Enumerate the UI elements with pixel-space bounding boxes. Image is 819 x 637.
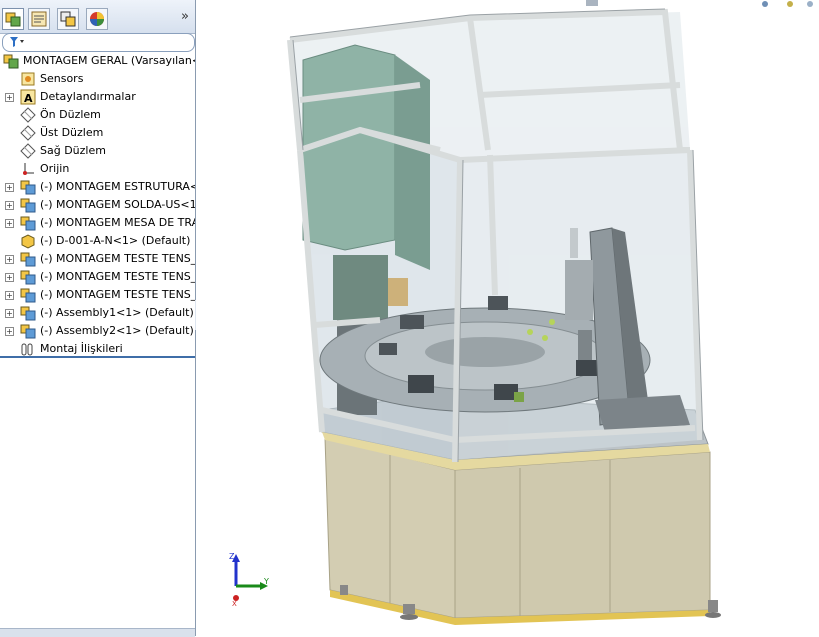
- tree-item[interactable]: (-) D-001-A-N<1> (Default): [0, 232, 195, 250]
- tree-item-label: Ön Düzlem: [40, 108, 101, 121]
- filter-icon[interactable]: [9, 36, 25, 48]
- display-manager-tab[interactable]: [86, 8, 108, 30]
- tree-item[interactable]: + A Detaylandırmalar: [0, 88, 195, 106]
- plane-icon: [20, 143, 36, 159]
- subassembly-icon: [20, 179, 36, 195]
- tree-item[interactable]: MONTAGEM GERAL (Varsayılan<Gö: [0, 52, 195, 70]
- tree-item[interactable]: + (-) MONTAGEM TESTE TENS_S_: [0, 250, 195, 268]
- filter-input[interactable]: [2, 33, 195, 52]
- plane-icon: [20, 107, 36, 123]
- tree-item-label: (-) MONTAGEM TESTE TENS_S_: [40, 288, 195, 301]
- tree-item[interactable]: + (-) MONTAGEM TESTE TENS_S_: [0, 286, 195, 304]
- expand-icon[interactable]: +: [5, 201, 14, 210]
- expand-icon[interactable]: +: [5, 309, 14, 318]
- assembly-icon: [3, 53, 19, 69]
- feature-manager-tab[interactable]: [2, 8, 24, 30]
- panel-tab-bar: »: [0, 0, 195, 34]
- configuration-manager-tab[interactable]: [57, 8, 79, 30]
- feature-tree-icon: [5, 12, 21, 27]
- tree-item-label: Üst Düzlem: [40, 126, 104, 139]
- subassembly-icon: [20, 323, 36, 339]
- reference-triad: Z Y X: [229, 552, 269, 608]
- subassembly-icon: [20, 305, 36, 321]
- tree-item[interactable]: Orijin: [0, 160, 195, 178]
- appearance-icon: [90, 12, 104, 26]
- tree-item-label: (-) Assembly2<1> (Default): [40, 324, 194, 337]
- tree-item-label: (-) MONTAGEM TESTE TENS_S_: [40, 252, 195, 265]
- expand-icon[interactable]: +: [5, 219, 14, 228]
- tree-item-label: Sensors: [40, 72, 84, 85]
- tree-item-label: (-) MONTAGEM TESTE TENS_S_: [40, 270, 195, 283]
- annotations-icon: A: [20, 89, 36, 105]
- tree-item[interactable]: Ön Düzlem: [0, 106, 195, 124]
- tree-item-label: (-) Assembly1<1> (Default): [40, 306, 194, 319]
- tree-item[interactable]: Sağ Düzlem: [0, 142, 195, 160]
- tree-item-label: (-) D-001-A-N<1> (Default): [40, 234, 191, 247]
- tree-item[interactable]: Üst Düzlem: [0, 124, 195, 142]
- tree-item[interactable]: + (-) MONTAGEM MESA DE TRABA: [0, 214, 195, 232]
- expand-icon[interactable]: +: [5, 327, 14, 336]
- heads-up-toolbar[interactable]: [586, 0, 819, 8]
- subassembly-icon: [20, 197, 36, 213]
- tree-item-label: Orijin: [40, 162, 70, 175]
- graphics-area[interactable]: Z Y X: [196, 0, 819, 636]
- subassembly-icon: [20, 215, 36, 231]
- property-icon: [31, 11, 47, 27]
- feature-manager-panel: » MONTAGEM GERAL (Varsayılan<Gö Sensors + A…: [0, 0, 196, 637]
- configuration-icon: [60, 11, 76, 27]
- tree-item-label: MONTAGEM GERAL (Varsayılan<Gö: [23, 54, 195, 67]
- tree-item-label: Sağ Düzlem: [40, 144, 106, 157]
- property-manager-tab[interactable]: [28, 8, 50, 30]
- expand-icon[interactable]: +: [5, 93, 14, 102]
- sensors-icon: [20, 71, 36, 87]
- subassembly-icon: [20, 251, 36, 267]
- subassembly-icon: [20, 269, 36, 285]
- origin-icon: [20, 161, 36, 177]
- mates-icon: [20, 341, 36, 357]
- tree-item-label: (-) MONTAGEM MESA DE TRABA: [40, 216, 195, 229]
- tree-item-label: (-) MONTAGEM ESTRUTURA<1>: [40, 180, 195, 193]
- tree-item[interactable]: + (-) MONTAGEM SOLDA-US<1>: [0, 196, 195, 214]
- part-icon: [20, 233, 36, 249]
- base-cabinet: [324, 437, 721, 625]
- tree-item[interactable]: + (-) MONTAGEM TESTE TENS_S_: [0, 268, 195, 286]
- tree-item[interactable]: + (-) Assembly2<1> (Default): [0, 322, 195, 340]
- triad-y-label: Y: [263, 577, 269, 586]
- subassembly-icon: [20, 287, 36, 303]
- triad-x-label: X: [232, 600, 237, 608]
- expand-icon[interactable]: +: [5, 291, 14, 300]
- tree-item[interactable]: + (-) MONTAGEM ESTRUTURA<1>: [0, 178, 195, 196]
- assembly-model: Z Y X: [229, 0, 819, 625]
- more-tabs-icon[interactable]: »: [181, 9, 189, 24]
- tree-item-label: (-) MONTAGEM SOLDA-US<1>: [40, 198, 195, 211]
- plane-icon: [20, 125, 36, 141]
- tree-item[interactable]: + (-) Assembly1<1> (Default): [0, 304, 195, 322]
- svg-text:A: A: [24, 92, 33, 105]
- expand-icon[interactable]: +: [5, 273, 14, 282]
- panel-separator: [0, 356, 195, 358]
- tree-item-label: Detaylandırmalar: [40, 90, 136, 103]
- tree-item[interactable]: Sensors: [0, 70, 195, 88]
- expand-icon[interactable]: +: [5, 183, 14, 192]
- triad-z-label: Z: [229, 552, 235, 561]
- expand-icon[interactable]: +: [5, 255, 14, 264]
